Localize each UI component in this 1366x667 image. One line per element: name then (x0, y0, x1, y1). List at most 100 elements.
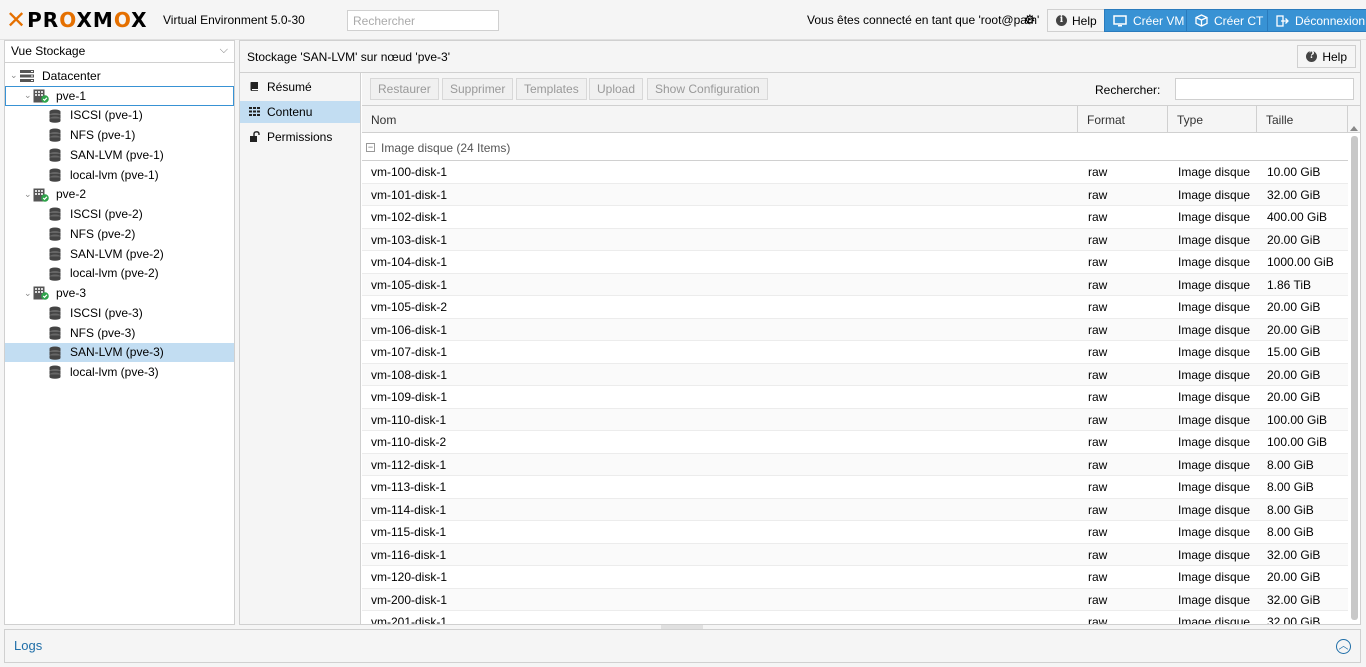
chevron-up-icon[interactable]: ︿ (1336, 639, 1351, 654)
table-row[interactable]: vm-116-disk-1 raw Image disque 32.00 GiB (362, 543, 1348, 566)
tree-item-node[interactable]: ⌄ pve-1 (5, 85, 234, 106)
cell-taille: 20.00 GiB (1267, 570, 1321, 584)
tree-item-storage[interactable]: ISCSI (pve-2) (5, 204, 234, 224)
table-row[interactable]: vm-107-disk-1 raw Image disque 15.00 GiB (362, 341, 1348, 364)
unlock-icon (250, 131, 260, 142)
table-row[interactable]: vm-102-disk-1 raw Image disque 400.00 GiB (362, 206, 1348, 229)
group-header[interactable]: − Image disque (24 Items) (362, 134, 1348, 161)
cell-type: Image disque (1178, 480, 1251, 494)
column-header-nom[interactable]: Nom (362, 106, 1078, 133)
cell-format: raw (1088, 187, 1108, 202)
cell-nom: vm-110-disk-1 (371, 412, 447, 427)
restore-button[interactable]: Restaurer (370, 78, 439, 100)
tree-item-storage[interactable]: SAN-LVM (pve-3) (5, 342, 234, 363)
table-row[interactable]: vm-120-disk-1 raw Image disque 20.00 GiB (362, 566, 1348, 589)
table-row[interactable]: vm-105-disk-2 raw Image disque 20.00 GiB (362, 296, 1348, 319)
gear-icon[interactable]: ⚙ (1024, 12, 1036, 28)
table-row[interactable]: vm-114-disk-1 raw Image disque 8.00 GiB (362, 498, 1348, 521)
cell-nom: vm-112-disk-1 (371, 457, 447, 472)
upload-button[interactable]: Upload (589, 78, 644, 100)
table-row[interactable]: vm-110-disk-2 raw Image disque 100.00 GiB (362, 431, 1348, 454)
cell-type: Image disque (1178, 502, 1251, 517)
table-row[interactable]: vm-110-disk-1 raw Image disque 100.00 GiB (362, 408, 1348, 431)
content-help-button[interactable]: ? Help (1297, 45, 1356, 68)
cell-taille: 32.00 GiB (1267, 187, 1321, 202)
show-configuration-button[interactable]: Show Configuration (647, 78, 768, 100)
cell-type: Image disque (1178, 255, 1251, 269)
tree-item-datacenter[interactable]: ⌄ Datacenter (5, 66, 234, 86)
tree-item-storage[interactable]: local-lvm (pve-3) (5, 362, 234, 382)
content-toolbar: Restaurer Supprimer Templates Upload Sho… (362, 73, 1360, 106)
logout-button[interactable]: Déconnexion (1267, 9, 1366, 32)
delete-button[interactable]: Supprimer (442, 78, 514, 100)
tree-item-label: SAN-LVM (pve-2) (70, 246, 164, 261)
table-row[interactable]: vm-104-disk-1 raw Image disque 1000.00 GiB (362, 251, 1348, 274)
table-row[interactable]: vm-200-disk-1 raw Image disque 32.00 GiB (362, 588, 1348, 611)
tree-item-storage[interactable]: NFS (pve-1) (5, 125, 234, 145)
tree-item-storage[interactable]: SAN-LVM (pve-2) (5, 244, 234, 264)
tree-item-storage[interactable]: local-lvm (pve-1) (5, 165, 234, 185)
tree-item-storage[interactable]: local-lvm (pve-2) (5, 264, 234, 284)
table-row[interactable]: vm-105-disk-1 raw Image disque 1.86 TiB (362, 273, 1348, 296)
cell-taille: 8.00 GiB (1267, 525, 1314, 539)
cell-nom: vm-100-disk-1 (371, 165, 448, 179)
collapse-icon[interactable]: − (366, 143, 375, 152)
info-icon: i (1056, 15, 1067, 26)
cell-type: Image disque (1178, 615, 1251, 624)
cell-nom: vm-201-disk-1 (371, 615, 448, 624)
view-selector[interactable]: Vue Stockage ⌵ (5, 41, 234, 63)
table-row[interactable]: vm-103-disk-1 raw Image disque 20.00 GiB (362, 228, 1348, 251)
cell-taille: 100.00 GiB (1267, 435, 1328, 449)
tree-item-storage[interactable]: ISCSI (pve-3) (5, 303, 234, 323)
nav-item-permissions[interactable]: Permissions (240, 126, 360, 148)
column-header-taille[interactable]: Taille (1257, 106, 1348, 133)
cell-taille: 20.00 GiB (1267, 300, 1321, 314)
database-icon (47, 148, 63, 162)
tree-item-label: ISCSI (pve-1) (70, 108, 143, 123)
database-icon (47, 109, 63, 123)
logs-title[interactable]: Logs (14, 638, 42, 653)
create-vm-button[interactable]: Créer VM (1104, 9, 1194, 32)
tree-item-storage[interactable]: NFS (pve-3) (5, 323, 234, 343)
nav-item-resume[interactable]: Résumé (240, 76, 360, 98)
create-ct-button[interactable]: Créer CT (1186, 9, 1273, 32)
column-header-type[interactable]: Type (1168, 106, 1257, 133)
tree-item-label: NFS (pve-2) (70, 226, 136, 241)
grid-icon (249, 107, 260, 116)
node-online-icon (33, 188, 49, 202)
version-label: Virtual Environment 5.0-30 (163, 13, 305, 27)
table-row[interactable]: vm-100-disk-1 raw Image disque 10.00 GiB (362, 161, 1348, 184)
nav-item-contenu[interactable]: Contenu (240, 101, 360, 123)
help-button[interactable]: i Help (1047, 9, 1106, 32)
table-row[interactable]: vm-106-disk-1 raw Image disque 20.00 GiB (362, 318, 1348, 341)
column-header-format[interactable]: Format (1078, 106, 1168, 133)
table-row[interactable]: vm-109-disk-1 raw Image disque 20.00 GiB (362, 386, 1348, 409)
vertical-scrollbar[interactable] (1351, 136, 1358, 620)
cell-type: Image disque (1178, 210, 1251, 224)
cube-icon (1195, 14, 1208, 27)
cell-type: Image disque (1178, 547, 1251, 562)
tree-item-storage[interactable]: SAN-LVM (pve-1) (5, 145, 234, 165)
tree-item-node[interactable]: ⌄ pve-2 (5, 185, 234, 205)
create-ct-label: Créer CT (1214, 13, 1264, 28)
table-row[interactable]: vm-113-disk-1 raw Image disque 8.00 GiB (362, 476, 1348, 499)
table-row[interactable]: vm-108-disk-1 raw Image disque 20.00 GiB (362, 363, 1348, 386)
cell-taille: 10.00 GiB (1267, 165, 1321, 179)
table-row[interactable]: vm-115-disk-1 raw Image disque 8.00 GiB (362, 521, 1348, 544)
global-search-input[interactable] (347, 10, 499, 31)
tree-item-storage[interactable]: NFS (pve-2) (5, 224, 234, 244)
tree-item-label: ISCSI (pve-2) (70, 207, 143, 222)
table-row[interactable]: vm-201-disk-1 raw Image disque 32.00 GiB (362, 611, 1348, 624)
content-search-input[interactable] (1175, 78, 1354, 100)
database-icon (47, 247, 63, 261)
tree-item-node[interactable]: ⌄ pve-3 (5, 283, 234, 303)
table-row[interactable]: vm-101-disk-1 raw Image disque 32.00 GiB (362, 183, 1348, 206)
templates-button[interactable]: Templates (516, 78, 587, 100)
cell-format: raw (1088, 232, 1108, 247)
scroll-up-arrow-icon[interactable] (1350, 126, 1358, 131)
database-icon (47, 207, 63, 222)
tree-item-storage[interactable]: ISCSI (pve-1) (5, 106, 234, 126)
cell-format: raw (1088, 435, 1108, 449)
table-row[interactable]: vm-112-disk-1 raw Image disque 8.00 GiB (362, 453, 1348, 476)
tree-item-label: ISCSI (pve-3) (70, 305, 143, 320)
